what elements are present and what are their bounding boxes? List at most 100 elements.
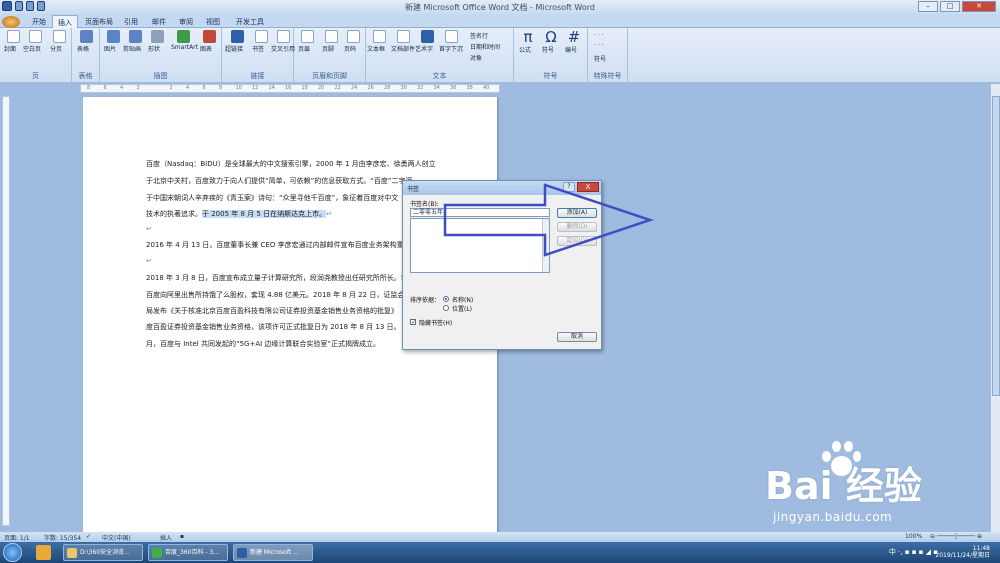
close-button[interactable]: ✕	[962, 1, 996, 12]
smartart-button[interactable]: SmartArt	[171, 30, 198, 51]
group-label-pages: 页	[32, 72, 39, 80]
doc-line-12: 月，百度与 Intel 共同发起的“5G+AI 边缘计算联合实验室”正式揭牌成立…	[146, 340, 381, 348]
tab-view[interactable]: 视图	[202, 15, 224, 28]
sort-location-radio[interactable]	[443, 305, 449, 311]
taskbar: D:\360安全浏览... 百度_360百科 - 3... 新建 Microso…	[0, 542, 1000, 563]
textbox-button[interactable]: 文本框	[367, 30, 388, 53]
paw-logo-icon	[820, 441, 861, 477]
chart-button[interactable]: 图表	[200, 30, 218, 53]
browser-pin-icon[interactable]	[36, 545, 51, 560]
hidden-bookmarks-checkbox[interactable]: ✓	[410, 319, 416, 326]
vertical-scrollbar[interactable]	[990, 84, 1000, 532]
drop-cap-button[interactable]: 首字下沉	[439, 30, 463, 53]
group-pages: 封面 空白页 分页 页	[0, 28, 72, 82]
horizontal-ruler[interactable]: 8 6 4 2 2 4 6 8 10 12 14 16 18 20 22 24 26 28 30 32 34 36 38 40	[80, 84, 500, 93]
hyperlink-button[interactable]: 超链接	[225, 30, 246, 53]
vertical-ruler[interactable]	[2, 96, 10, 526]
doc-line-9: 百度向阿里出售所持饿了么股权，套现 4.88 亿美元。2018 年 8 月 22…	[146, 291, 405, 299]
page-break-button[interactable]: 分页	[50, 30, 68, 53]
task-browser[interactable]: 百度_360百科 - 3...	[148, 544, 228, 561]
numbering-button[interactable]: # 编号	[565, 30, 583, 55]
bookmark-button[interactable]: 书签	[252, 30, 270, 53]
page-break-icon	[52, 30, 66, 43]
tab-developer[interactable]: 开发工具	[232, 15, 268, 28]
special-symbol-button[interactable]: 符号	[594, 54, 606, 63]
task-word[interactable]: 新建 Microsoft ...	[233, 544, 313, 561]
hidden-bookmarks-label: 隐藏书签(H)	[419, 320, 453, 327]
quick-parts-button[interactable]: 文档部件	[391, 30, 415, 53]
symbol-button[interactable]: Ω 符号	[542, 28, 560, 55]
hyperlink-icon	[230, 30, 244, 43]
minimize-button[interactable]: –	[918, 1, 938, 12]
zoom-slider[interactable]: ⊖ ─────|───── ⊕	[930, 533, 982, 540]
scrollbar-thumb[interactable]	[992, 96, 1000, 396]
selected-text[interactable]: 于 2005 年 8 月 5 日在纳斯达克上市。	[202, 210, 327, 218]
quick-parts-icon	[396, 30, 410, 43]
word-count[interactable]: 字数: 15/354	[44, 533, 81, 542]
ruler-mark: 30	[400, 85, 407, 91]
date-time-button[interactable]: 日期和时间	[470, 42, 500, 51]
task-explorer[interactable]: D:\360安全浏览...	[63, 544, 143, 561]
tab-mailings[interactable]: 邮件	[148, 15, 170, 28]
proofing-icon[interactable]: ✓	[86, 533, 91, 540]
ruler-mark: 20	[318, 85, 325, 91]
shapes-button[interactable]: 形状	[148, 30, 166, 53]
tab-page-layout[interactable]: 页面布局	[82, 15, 116, 28]
object-button[interactable]: 对象	[470, 53, 482, 62]
ruler-mark: 22	[334, 85, 341, 91]
ruler-mark: 6	[202, 85, 206, 91]
office-button[interactable]	[2, 16, 20, 28]
tab-home[interactable]: 开始	[28, 15, 50, 28]
word-icon	[237, 548, 247, 558]
title-bar: 新建 Microsoft Office Word 文档 - Microsoft …	[0, 0, 1000, 14]
table-icon	[79, 30, 93, 43]
sort-name-radio[interactable]	[443, 296, 449, 302]
doc-line-7: ↵	[146, 257, 152, 265]
status-bar: 页面: 1/1 字数: 15/354 ✓ 中文(中国) 插入 ▪ 100% ⊖ …	[0, 532, 1000, 542]
tab-review[interactable]: 审阅	[175, 15, 197, 28]
ruler-mark: 4	[120, 85, 124, 91]
cancel-button[interactable]: 取消	[557, 332, 597, 342]
system-tray[interactable]: 中 ·, ▪ ▪ ▪ ◢ ▪	[889, 547, 938, 557]
footer-button[interactable]: 页脚	[322, 30, 340, 53]
tab-references[interactable]: 引用	[120, 15, 142, 28]
clock[interactable]: 11:48 2019/11/24/星期日	[935, 545, 990, 559]
doc-line-1: 百度（Nasdaq：BIDU）是全球最大的中文搜索引擎，2000 年 1 月由李…	[146, 160, 436, 168]
special-arrows-icon[interactable]: · · ·	[594, 42, 604, 49]
omega-icon: Ω	[545, 28, 557, 46]
equation-button[interactable]: π 公式	[519, 30, 537, 55]
zoom-level[interactable]: 100%	[905, 533, 922, 540]
maximize-button[interactable]: □	[940, 1, 960, 12]
clock-date: 2019/11/24/星期日	[935, 552, 990, 559]
ruler-mark: 26	[367, 85, 374, 91]
clipart-button[interactable]: 剪贴画	[123, 30, 144, 53]
header-button[interactable]: 页眉	[298, 30, 316, 53]
doc-line-5: ↵	[146, 225, 152, 233]
cross-reference-icon	[276, 30, 290, 43]
special-dots-icon[interactable]: · · ·	[594, 32, 604, 39]
page-status[interactable]: 页面: 1/1	[4, 533, 30, 542]
group-text: 文本框 文档部件 艺术字 首字下沉 签名行 日期和时间 对象 文本	[366, 28, 514, 82]
doc-line-6: 2016 年 4 月 13 日，百度董事长兼 CEO 李彦宏通过内部邮件宣布百度…	[146, 241, 404, 249]
signature-line-button[interactable]: 签名行	[470, 31, 488, 40]
language-status[interactable]: 中文(中国)	[102, 533, 131, 542]
wordart-button[interactable]: 艺术字	[415, 30, 436, 53]
doc-line-4-text: 技术的执著追求。	[146, 210, 202, 218]
picture-button[interactable]: 图片	[104, 30, 122, 53]
doc-line-10: 局发布《关于核准北京百度百盈科技有限公司证券投资基金销售业务资格的批复》	[146, 307, 398, 315]
sort-location-label: 位置(L)	[452, 306, 473, 313]
cross-reference-button[interactable]: 交叉引用	[271, 30, 295, 53]
page-number-button[interactable]: 页码	[344, 30, 362, 53]
ruler-mark: 16	[285, 85, 292, 91]
table-button[interactable]: 表格	[77, 30, 95, 53]
page-number-icon	[346, 30, 360, 43]
macro-icon[interactable]: ▪	[180, 533, 184, 540]
insert-mode[interactable]: 插入	[160, 533, 172, 542]
tab-insert[interactable]: 插入	[52, 15, 78, 28]
blank-page-button[interactable]: 空白页	[23, 30, 44, 53]
start-button[interactable]	[3, 543, 22, 562]
ruler-mark: 6	[103, 85, 107, 91]
arrow-shape	[443, 183, 654, 257]
group-header-footer: 页眉 页脚 页码 页眉和页脚	[294, 28, 366, 82]
cover-button[interactable]: 封面	[4, 30, 22, 53]
